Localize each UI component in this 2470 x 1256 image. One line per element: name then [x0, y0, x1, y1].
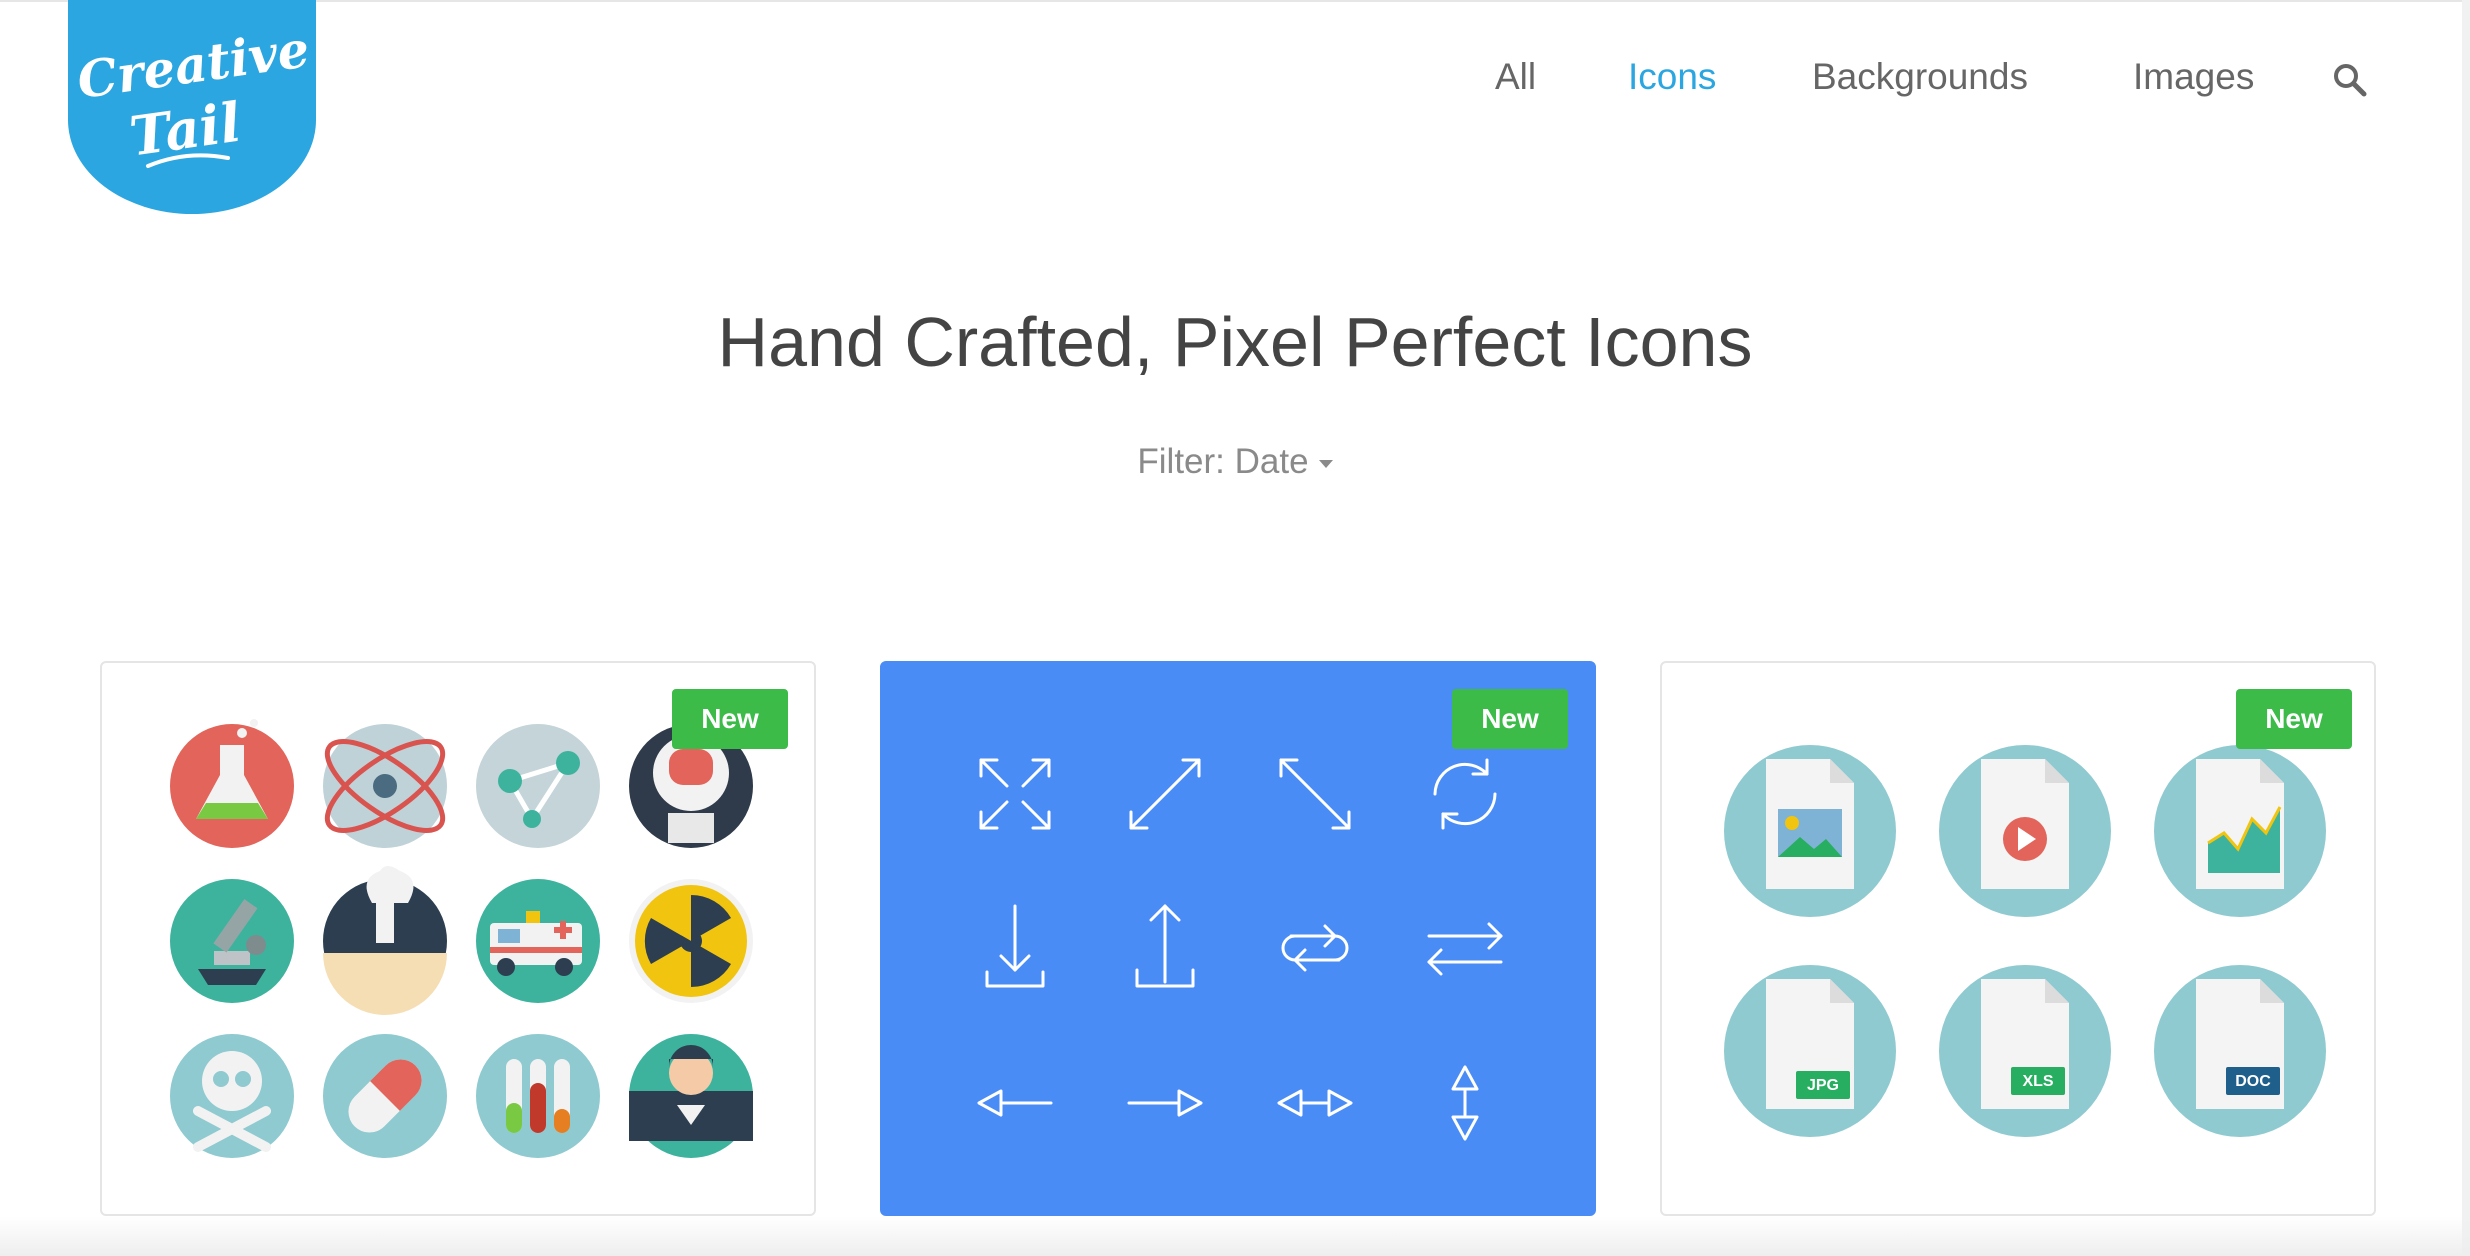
new-badge: New	[2236, 689, 2352, 749]
doc-label: DOC	[2235, 1073, 2271, 1090]
icon-pack-card-arrows[interactable]: New	[880, 661, 1596, 1216]
search-icon[interactable]	[2330, 60, 2370, 100]
nav-images[interactable]: Images	[2133, 56, 2254, 106]
nav-icons[interactable]: Icons	[1628, 56, 1716, 106]
icon-pack-card-files[interactable]: JPG XLS DOC New	[1660, 661, 2376, 1216]
icon-pack-card-science[interactable]: New	[100, 661, 816, 1216]
scrollbar[interactable]	[2462, 0, 2470, 1256]
top-border	[0, 0, 2470, 2]
filter-label: Filter:	[1137, 442, 1225, 481]
creative-tail-logo[interactable]: Creative Tail	[68, 0, 316, 214]
page-fade	[0, 1216, 2470, 1256]
nav-backgrounds[interactable]: Backgrounds	[1812, 56, 2028, 106]
page-title: Hand Crafted, Pixel Perfect Icons	[717, 303, 1753, 381]
new-badge: New	[1452, 689, 1568, 749]
nav-all[interactable]: All	[1495, 56, 1536, 106]
caret-down-icon[interactable]	[1318, 459, 1333, 468]
jpg-label: JPG	[1807, 1077, 1839, 1094]
new-badge: New	[672, 689, 788, 749]
filter-dropdown[interactable]: Filter: Date	[0, 442, 2470, 482]
filter-value[interactable]: Date	[1235, 442, 1309, 481]
xls-label: XLS	[2022, 1073, 2053, 1090]
